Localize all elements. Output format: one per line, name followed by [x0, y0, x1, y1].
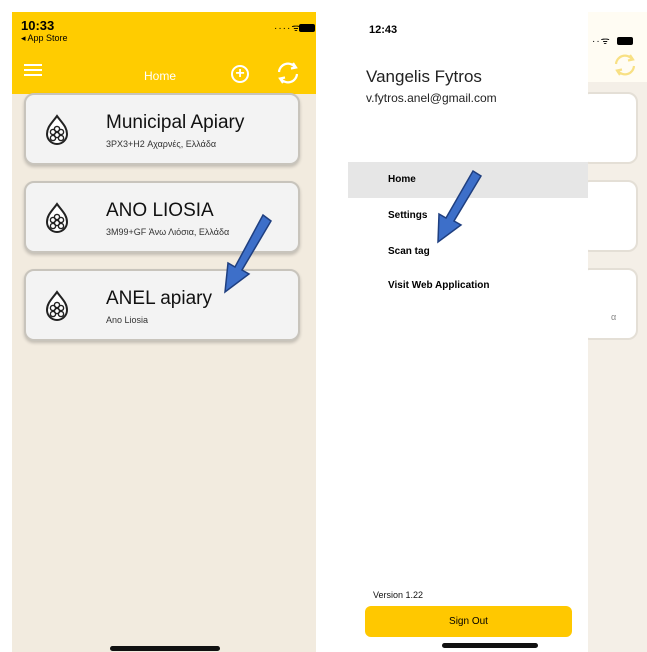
apiary-card-ano-liosia[interactable]: ANO LIOSIA 3M99+GF Άνω Λιόσια, Ελλάδα	[24, 181, 300, 253]
menu-item-visit-web-application[interactable]: Visit Web Application	[348, 268, 588, 304]
user-email: v.fytros.anel@gmail.com	[366, 91, 497, 105]
background-card-text: α	[611, 312, 617, 322]
background-card	[580, 180, 638, 252]
apiary-name: ANO LIOSIA	[106, 200, 214, 221]
battery-icon	[299, 24, 315, 32]
home-indicator	[110, 646, 220, 651]
navigation-drawer: 12:43 Vangelis Fytros v.fytros.anel@gmai…	[348, 12, 588, 652]
refresh-icon[interactable]	[275, 60, 301, 86]
apiary-card-anel[interactable]: ANEL apiary Ano Liosia	[24, 269, 300, 341]
apiary-icon	[45, 290, 69, 321]
sign-out-button[interactable]: Sign Out	[365, 606, 572, 637]
apiary-icon	[45, 202, 69, 233]
status-time: 12:43	[369, 24, 398, 36]
wifi-icon: ··ᯤ	[592, 36, 611, 47]
apiary-name: ANEL apiary	[106, 288, 212, 309]
status-bar: 10:33 ◂ App Store ····ᯤ	[12, 12, 316, 48]
apiary-address: Ano Liosia	[106, 315, 149, 325]
add-icon[interactable]: +	[231, 65, 249, 83]
refresh-icon	[614, 54, 636, 76]
menu-item-home[interactable]: Home	[348, 162, 588, 198]
background-card	[580, 268, 638, 340]
home-screen: 10:33 ◂ App Store ····ᯤ Home + Municipal…	[12, 12, 316, 652]
wifi-icon: ····ᯤ	[274, 23, 302, 34]
user-name: Vangelis Fytros	[366, 67, 482, 86]
apiary-icon	[45, 114, 69, 145]
menu-item-scan-tag[interactable]: Scan tag	[348, 234, 588, 270]
home-indicator	[442, 643, 538, 648]
apiary-card-municipal[interactable]: Municipal Apiary 3PX3+H2 Αχαρνές, Ελλάδα	[24, 93, 300, 165]
battery-icon	[617, 37, 633, 45]
apiary-name: Municipal Apiary	[106, 112, 245, 133]
back-to-app-store-link[interactable]: ◂ App Store	[21, 33, 68, 44]
menu-icon[interactable]	[24, 64, 42, 76]
status-time: 10:33	[21, 18, 55, 33]
page-title: Home	[144, 69, 177, 83]
apiary-address: 3PX3+H2 Αχαρνές, Ελλάδα	[106, 139, 217, 149]
menu-item-settings[interactable]: Settings	[348, 198, 588, 234]
nav-bar: Home +	[12, 48, 316, 94]
side-menu-screen: ··ᯤ α 12:43 Vangelis Fytros v.fytros.ane…	[348, 12, 647, 652]
app-version: Version 1.22	[373, 590, 424, 600]
apiary-address: 3M99+GF Άνω Λιόσια, Ελλάδα	[106, 227, 230, 237]
background-card	[580, 92, 638, 164]
